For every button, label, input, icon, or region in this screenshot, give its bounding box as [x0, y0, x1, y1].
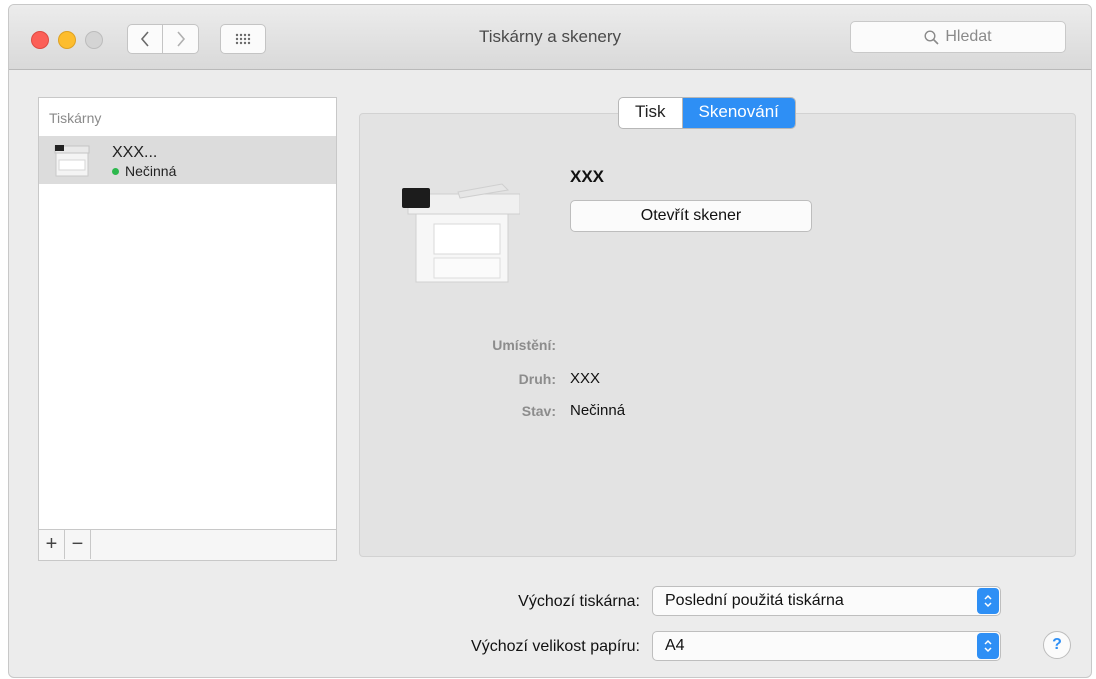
search-icon	[924, 29, 939, 45]
location-label: Umístění:	[492, 337, 556, 353]
updown-chevron-icon	[977, 588, 999, 614]
printer-device-image	[402, 183, 520, 283]
printer-name: XXX...	[112, 144, 158, 161]
default-paper-size-select[interactable]: A4	[652, 631, 1001, 661]
printers-scanners-window: Tiskárny a skenery Hledat Tiskárny XXX..…	[8, 4, 1092, 678]
status-value: Nečinná	[570, 402, 626, 419]
title-bar: Tiskárny a skenery Hledat	[9, 5, 1091, 70]
sidebar-footer: + −	[39, 529, 336, 560]
printers-list: Tiskárny XXX... Nečinná + −	[38, 97, 337, 561]
status-label: Stav:	[521, 403, 556, 419]
updown-chevron-icon	[977, 633, 999, 659]
default-paper-size-value: A4	[665, 637, 685, 654]
kind-label: Druh:	[518, 371, 556, 387]
default-paper-size-label: Výchozí velikost papíru:	[471, 638, 640, 655]
device-name: XXX	[570, 167, 605, 186]
default-printer-select[interactable]: Poslední použitá tiskárna	[652, 586, 1001, 616]
tab-scanning[interactable]: Skenování	[682, 98, 795, 128]
add-printer-button[interactable]: +	[39, 530, 65, 559]
print-scan-tabs: Tisk Skenování	[618, 97, 796, 129]
printer-status-text: Nečinná	[125, 163, 177, 179]
help-button[interactable]: ?	[1043, 631, 1071, 659]
remove-printer-button[interactable]: −	[65, 530, 91, 559]
status-dot-icon	[112, 167, 119, 175]
printer-status: Nečinná	[112, 163, 176, 179]
default-printer-value: Poslední použitá tiskárna	[665, 592, 844, 609]
open-scanner-button[interactable]: Otevřít skener	[570, 200, 812, 232]
printer-list-item[interactable]: XXX... Nečinná	[39, 136, 336, 184]
default-printer-label: Výchozí tiskárna:	[518, 593, 640, 610]
printers-list-header: Tiskárny	[49, 110, 102, 126]
search-field[interactable]: Hledat	[850, 21, 1066, 53]
kind-value: XXX	[570, 370, 601, 387]
tab-print[interactable]: Tisk	[619, 98, 683, 128]
printer-thumbnail-icon	[54, 145, 90, 177]
search-placeholder: Hledat	[945, 28, 992, 45]
